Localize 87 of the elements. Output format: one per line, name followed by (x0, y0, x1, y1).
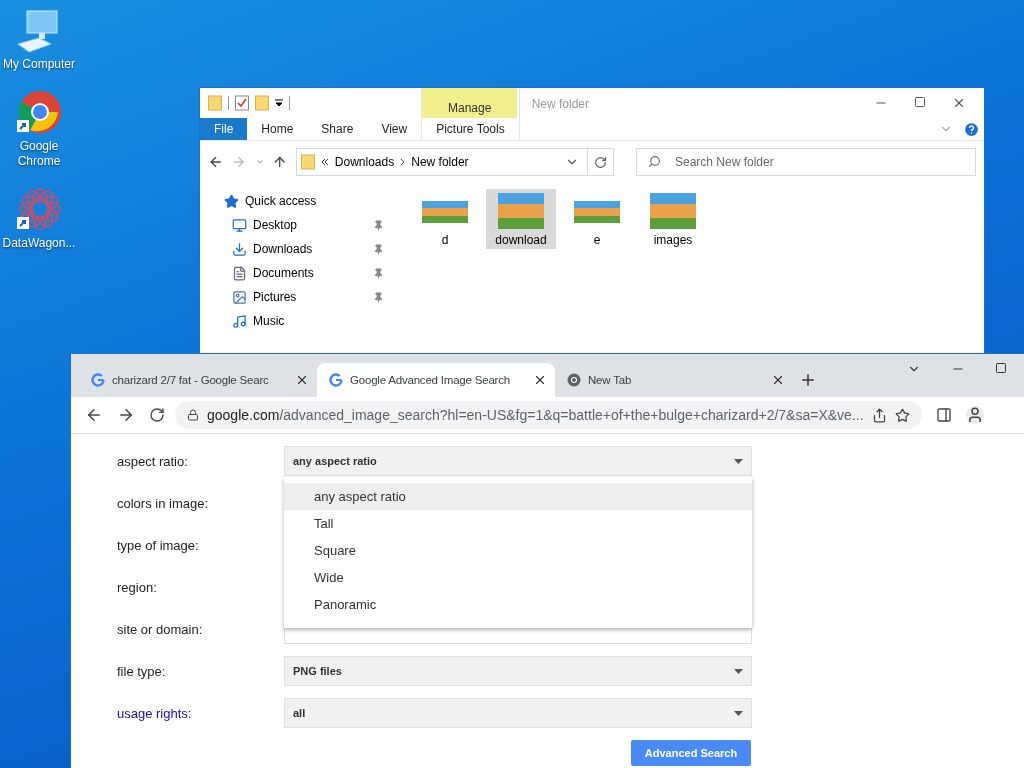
dropdown-option[interactable]: Panoramic (284, 591, 752, 618)
nav-item[interactable]: Pictures (224, 285, 384, 309)
nav-item[interactable]: Quick access (224, 189, 384, 213)
double-chevron-icon (320, 158, 329, 166)
field-label: aspect ratio: (117, 453, 189, 469)
browser-tab[interactable]: New Tab (555, 363, 793, 397)
desktop-icon (232, 217, 247, 233)
dropdown-option[interactable]: Square (284, 537, 752, 564)
select-field[interactable]: all (284, 698, 752, 728)
back-icon[interactable] (85, 406, 103, 424)
field-label: region: (117, 579, 158, 595)
forward-icon[interactable] (117, 406, 135, 424)
google-logo-icon (329, 373, 343, 387)
desktop-icon-label[interactable]: My Computer (3, 57, 75, 72)
nav-item[interactable]: Documents (224, 261, 384, 285)
bookmark-star-icon[interactable] (894, 407, 910, 423)
download-icon (232, 241, 247, 257)
caret-icon (734, 458, 743, 464)
field-label: site or domain: (117, 621, 204, 637)
address-bar[interactable]: google.com/advanced_image_search?hl=en-US&fg=1&q=battle+of+the+bulge+charizard+2/7&sa=X&ve... (175, 401, 922, 429)
reload-icon[interactable] (149, 407, 165, 423)
dropdown-option[interactable]: any aspect ratio (284, 483, 752, 510)
star-icon (224, 193, 239, 209)
field-label: colors in image: (117, 495, 210, 511)
new-tab-button[interactable] (799, 371, 817, 389)
dropdown-icon[interactable] (275, 99, 283, 107)
refresh-icon (593, 155, 607, 169)
back-icon[interactable] (208, 154, 224, 170)
browser-tab[interactable]: charizard 2/7 fat - Google Searc (79, 363, 317, 397)
file-item[interactable]: download (486, 189, 556, 249)
chevron-right-icon (400, 158, 406, 166)
select-field[interactable]: any aspect ratio (284, 446, 752, 476)
ribbon-tab[interactable]: Picture Tools (422, 118, 519, 140)
close-icon[interactable] (952, 96, 966, 110)
file-item[interactable]: e (562, 189, 632, 249)
mandala-shortcut-icon[interactable] (16, 187, 62, 233)
close-tab-button[interactable] (771, 373, 785, 387)
field-label[interactable]: usage rights: (117, 705, 284, 721)
nav-item[interactable]: Music (224, 309, 384, 333)
up-icon[interactable] (272, 154, 288, 170)
lock-icon (187, 409, 199, 421)
ribbon-tab[interactable]: Home (247, 118, 308, 140)
photo-placeholder (422, 201, 468, 223)
nav-item[interactable]: Desktop (224, 213, 384, 237)
ribbon-tab[interactable]: Share (307, 118, 368, 140)
profile-icon[interactable] (965, 406, 984, 424)
pictures-icon (232, 289, 247, 305)
search-icon (648, 155, 661, 168)
google-logo-icon (91, 373, 105, 387)
refresh-button[interactable] (586, 148, 614, 176)
document-icon (232, 265, 247, 281)
field-label: file type: (117, 663, 167, 679)
music-icon (232, 313, 247, 329)
caret-icon (734, 710, 743, 716)
field-label: type of image: (117, 537, 200, 553)
file-item[interactable]: d (410, 189, 480, 249)
side-panel-icon[interactable] (935, 407, 952, 423)
help-icon[interactable] (963, 120, 980, 138)
nav-item[interactable]: Downloads (224, 237, 384, 261)
select-field[interactable]: PNG files (284, 656, 752, 686)
folder-icon (300, 154, 315, 170)
breadcrumb-item[interactable]: Downloads (334, 155, 395, 169)
context-tab-header: Manage (422, 88, 518, 118)
caret-icon (734, 668, 743, 674)
ribbon-tab[interactable]: View (367, 118, 422, 140)
breadcrumb-item[interactable]: New folder (411, 155, 469, 169)
close-tab-button[interactable] (533, 373, 547, 387)
search-field[interactable]: Search New folder (636, 148, 976, 176)
window-title: New folder (530, 96, 590, 113)
photo-placeholder (574, 201, 620, 223)
close-tab-button[interactable] (295, 373, 309, 387)
dropdown-option[interactable]: Tall (284, 510, 752, 537)
maximize-icon[interactable] (995, 362, 1007, 374)
plus-icon (799, 371, 817, 389)
maximize-icon[interactable] (914, 96, 926, 108)
chrome-shortcut-icon[interactable] (16, 90, 62, 136)
dropdown-option[interactable]: Wide (284, 564, 752, 591)
share-icon[interactable] (871, 407, 887, 423)
photo-placeholder (650, 193, 696, 229)
chrome-logo-icon (567, 373, 581, 387)
checklist-icon[interactable] (235, 95, 249, 111)
address-bar[interactable]: Downloads New folder (295, 148, 588, 176)
browser-tab[interactable]: Google Advanced Image Search (317, 363, 555, 397)
file-item[interactable]: images (638, 189, 708, 249)
photo-placeholder (498, 193, 544, 229)
desktop-icon-label[interactable]: Google Chrome (0, 139, 78, 169)
desktop-icon-label[interactable]: DataWagon... (2, 236, 76, 251)
